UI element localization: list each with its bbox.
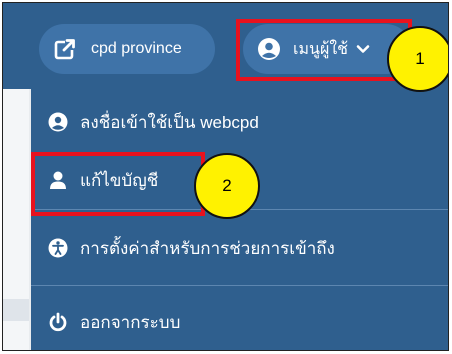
menu-item-logout[interactable]: ออกจากระบบ [31, 301, 448, 343]
menu-item-label: ลงชื่อเข้าใช้เป็น webcpd [80, 112, 259, 132]
highlight-user-menu [236, 19, 412, 81]
user-circle-icon [48, 112, 68, 132]
screenshot-frame: cpd province เมนูผู้ใช้ ลงชื่อเข้าใช้เป็… [2, 2, 449, 351]
external-link-icon [54, 39, 76, 60]
user-dropdown-menu: ลงชื่อเข้าใช้เป็น webcpd แก้ไขบัญชี การต… [31, 89, 448, 350]
menu-item-login-as[interactable]: ลงชื่อเข้าใช้เป็น webcpd [31, 101, 448, 143]
callout-step-1: 1 [387, 26, 448, 92]
highlight-edit-account [31, 152, 205, 216]
menu-divider [31, 285, 448, 286]
callout-step-2: 2 [194, 153, 260, 219]
cpd-province-label: cpd province [91, 40, 182, 57]
page-divider [3, 299, 29, 321]
power-icon [49, 312, 67, 332]
accessibility-icon [48, 238, 68, 258]
menu-item-label: ออกจากระบบ [80, 312, 181, 332]
menu-item-label: การตั้งค่าสำหรับการช่วยการเข้าถึง [80, 238, 335, 258]
menu-item-accessibility[interactable]: การตั้งค่าสำหรับการช่วยการเข้าถึง [31, 227, 448, 269]
cpd-province-button[interactable]: cpd province [39, 24, 215, 74]
page-background [3, 89, 29, 350]
